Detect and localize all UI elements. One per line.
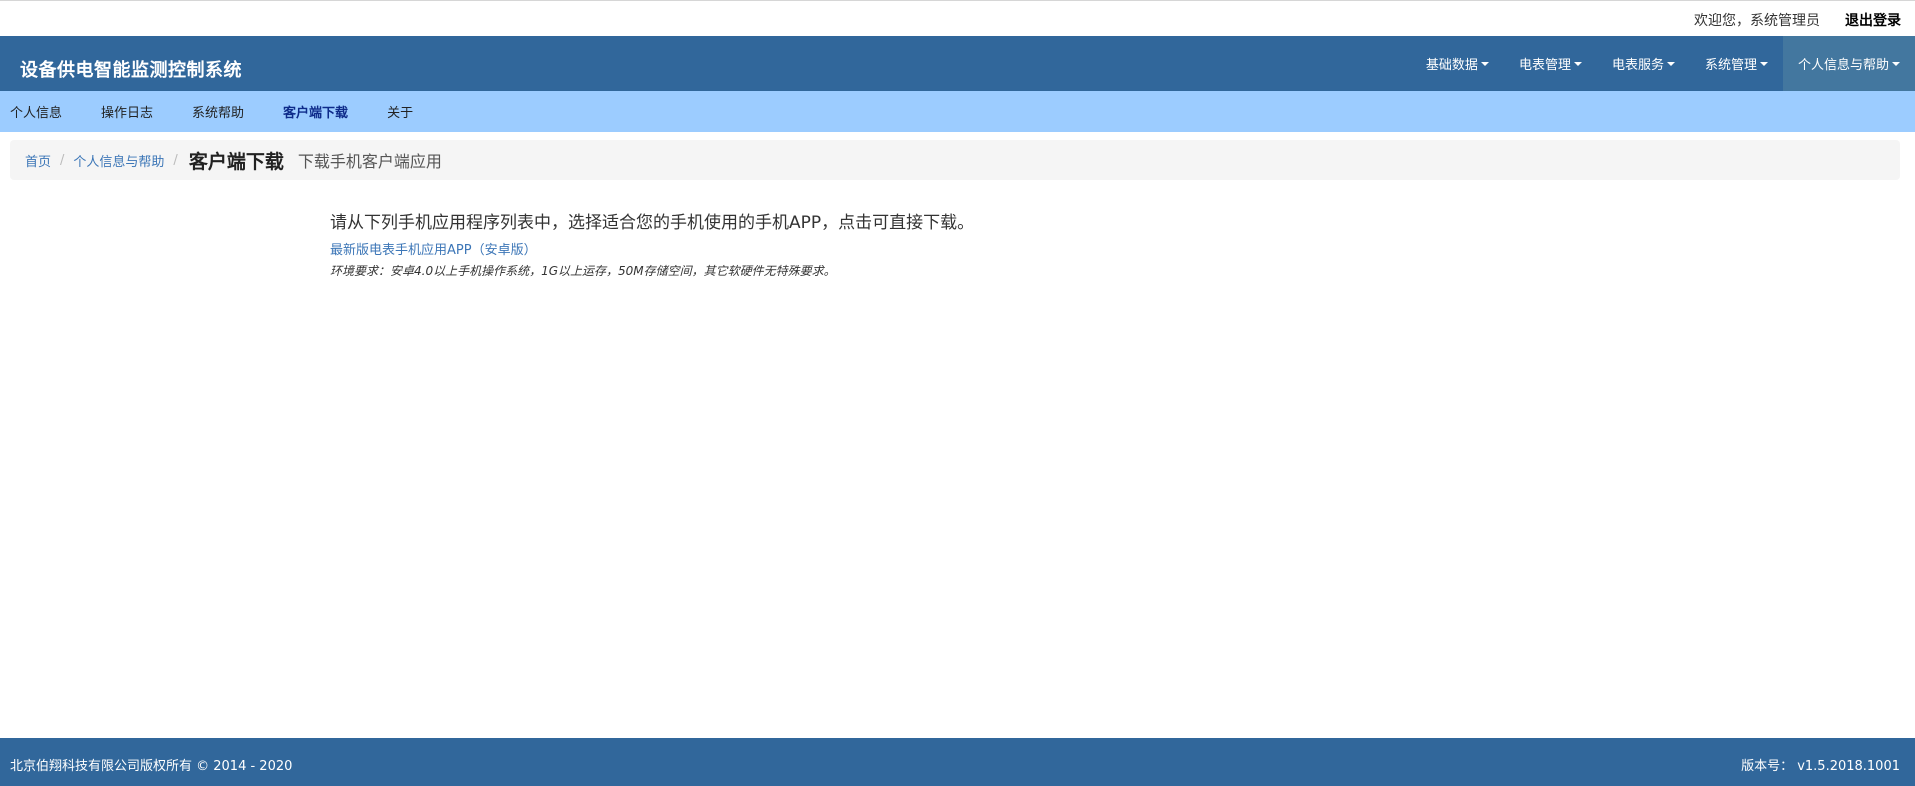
- download-intro: 请从下列手机应用程序列表中，选择适合您的手机使用的手机APP，点击可直接下载。: [330, 213, 975, 233]
- caret-down-icon: [1573, 61, 1582, 66]
- subnav-item-client-download[interactable]: 客户端下载: [283, 102, 348, 121]
- menu-personal-help[interactable]: 个人信息与帮助: [1782, 36, 1915, 91]
- navbar-menus: 基础数据 电表管理 电表服务 系统管理 个人信息与帮助: [1411, 36, 1915, 91]
- copyright-text: 北京伯翔科技有限公司版权所有 © 2014 - 2020: [10, 759, 293, 774]
- caret-down-icon: [1480, 61, 1489, 66]
- menu-label: 基础数据: [1425, 58, 1478, 73]
- welcome-text: 欢迎您，系统管理员: [1694, 13, 1820, 29]
- page-title: 客户端下载: [188, 150, 284, 173]
- page-subtitle: 下载手机客户端应用: [297, 152, 442, 171]
- breadcrumb-home[interactable]: 首页: [25, 151, 51, 170]
- app-title: 设备供电智能监测控制系统: [20, 60, 242, 81]
- menu-label: 系统管理: [1704, 58, 1757, 73]
- caret-down-icon: [1892, 61, 1900, 66]
- subnav-item-about[interactable]: 关于: [387, 102, 413, 121]
- breadcrumb: 首页 / 个人信息与帮助 / 客户端下载 下载手机客户端应用: [10, 140, 1900, 180]
- logout-link[interactable]: 退出登录: [1845, 10, 1901, 30]
- menu-label: 电表管理: [1518, 58, 1571, 73]
- caret-down-icon: [1666, 61, 1675, 66]
- breadcrumb-separator: /: [173, 152, 178, 168]
- menu-basic-data[interactable]: 基础数据: [1411, 36, 1504, 91]
- menu-system-management[interactable]: 系统管理: [1690, 36, 1783, 91]
- breadcrumb-separator: /: [60, 152, 65, 168]
- menu-meter-service[interactable]: 电表服务: [1597, 36, 1690, 91]
- subnav-item-operation-log[interactable]: 操作日志: [101, 102, 153, 121]
- download-content: 请从下列手机应用程序列表中，选择适合您的手机使用的手机APP，点击可直接下载。 …: [330, 208, 974, 279]
- subnav-item-system-help[interactable]: 系统帮助: [192, 102, 244, 121]
- menu-meter-management[interactable]: 电表管理: [1504, 36, 1597, 91]
- environment-requirement: 环境要求：安卓4.0以上手机操作系统，1G以上运存，50M存储空间，其它软硬件无…: [330, 264, 836, 278]
- version-text: 版本号： v1.5.2018.1001: [1741, 759, 1900, 774]
- subnav-item-personal-info[interactable]: 个人信息: [10, 102, 62, 121]
- footer: 北京伯翔科技有限公司版权所有 © 2014 - 2020 版本号： v1.5.2…: [0, 738, 1915, 786]
- android-app-download-link[interactable]: 最新版电表手机应用APP（安卓版）: [330, 239, 974, 258]
- top-bar: 欢迎您，系统管理员 退出登录: [0, 0, 1915, 36]
- main-navbar: 设备供电智能监测控制系统 基础数据 电表管理 电表服务 系统管理 个人信息与帮助: [0, 36, 1915, 91]
- sub-navigation: 个人信息 操作日志 系统帮助 客户端下载 关于: [0, 91, 1915, 132]
- breadcrumb-section[interactable]: 个人信息与帮助: [73, 151, 164, 170]
- menu-label: 电表服务: [1611, 58, 1664, 73]
- caret-down-icon: [1759, 61, 1768, 66]
- menu-label: 个人信息与帮助: [1797, 58, 1889, 73]
